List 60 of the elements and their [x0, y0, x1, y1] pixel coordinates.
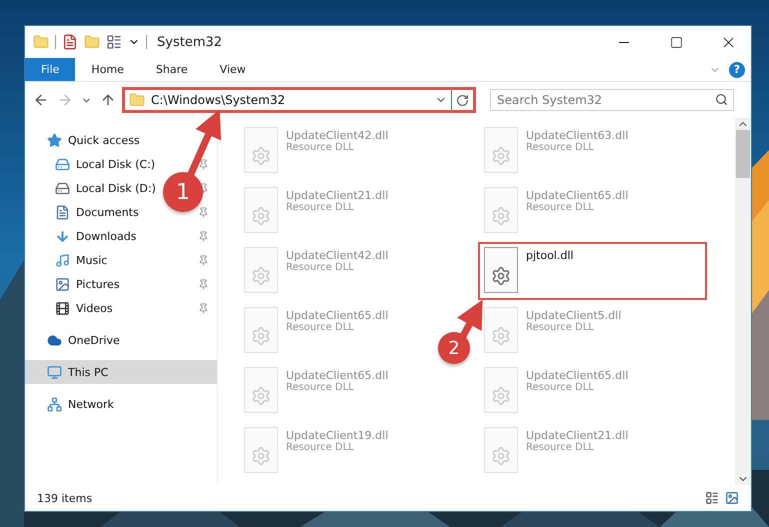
computer-icon — [47, 364, 62, 380]
cloud-icon — [47, 332, 62, 348]
folder-icon — [129, 92, 145, 108]
sidebar-item[interactable]: Network — [68, 398, 114, 410]
sidebar-item[interactable]: Documents — [76, 206, 139, 218]
sidebar-item[interactable]: Music — [76, 254, 108, 266]
maximize-icon — [670, 36, 682, 48]
ribbon-tab[interactable]: File — [25, 58, 76, 81]
callout-arrow — [186, 109, 222, 178]
sidebar-item[interactable]: Local Disk (D:) — [76, 182, 156, 194]
large-icons-view-icon[interactable] — [725, 491, 739, 505]
properties-icon[interactable] — [62, 34, 78, 50]
sidebar-item[interactable]: OneDrive — [68, 334, 120, 346]
picture-icon — [55, 276, 70, 292]
file-type: Resource DLL — [526, 202, 594, 213]
file-type: Resource DLL — [286, 382, 354, 393]
sidebar-item[interactable]: Local Disk (C:) — [76, 158, 156, 170]
drive-icon — [55, 156, 70, 172]
item-count: 139 items — [37, 492, 92, 504]
callout-arrow — [457, 300, 483, 340]
file-type: Resource DLL — [286, 262, 354, 273]
file-type: Resource DLL — [286, 322, 354, 333]
selected-row[interactable]: This PC — [25, 360, 217, 384]
help-button[interactable]: ? — [729, 62, 745, 78]
network-icon — [47, 396, 62, 412]
music-icon — [55, 252, 70, 268]
scrollbar[interactable] — [735, 118, 751, 485]
file-type: Resource DLL — [286, 442, 354, 453]
ribbon-tab[interactable]: View — [204, 58, 262, 81]
document-icon — [55, 204, 70, 220]
star-icon — [47, 132, 62, 148]
window-title: System32 — [157, 34, 222, 50]
new-folder-icon[interactable] — [84, 34, 100, 50]
file-name[interactable]: pjtool.dll — [526, 249, 574, 262]
search-icon[interactable] — [715, 93, 728, 106]
sidebar-item[interactable]: This PC — [68, 366, 108, 378]
folder-icon[interactable] — [33, 34, 49, 50]
sidebar-item[interactable]: Downloads — [76, 230, 136, 242]
film-icon — [55, 300, 70, 316]
file-type: Resource DLL — [286, 142, 354, 153]
ribbon-tab[interactable]: Share — [140, 58, 204, 81]
refresh-icon — [456, 94, 469, 106]
address-bar[interactable]: C:\Windows\System32 — [122, 87, 476, 113]
file-type: Resource DLL — [286, 202, 354, 213]
file-type: Resource DLL — [526, 322, 594, 333]
details-view-icon[interactable] — [705, 491, 719, 505]
file-type: Resource DLL — [526, 382, 594, 393]
scroll-thumb[interactable] — [736, 130, 750, 178]
search-field[interactable]: Search System32 — [490, 89, 734, 111]
ribbon-tab[interactable]: Home — [75, 58, 140, 81]
file-type: Resource DLL — [526, 142, 594, 153]
drive-icon — [55, 180, 70, 196]
address-path: C:\Windows\System32 — [151, 93, 286, 107]
sidebar-item[interactable]: Pictures — [76, 278, 120, 290]
sidebar-item[interactable]: Quick access — [68, 134, 140, 146]
sidebar-item[interactable]: Videos — [76, 302, 113, 314]
download-icon — [55, 228, 70, 244]
file-type: Resource DLL — [526, 442, 594, 453]
dll-file-icon[interactable] — [484, 247, 518, 293]
view-icon[interactable] — [106, 34, 122, 50]
